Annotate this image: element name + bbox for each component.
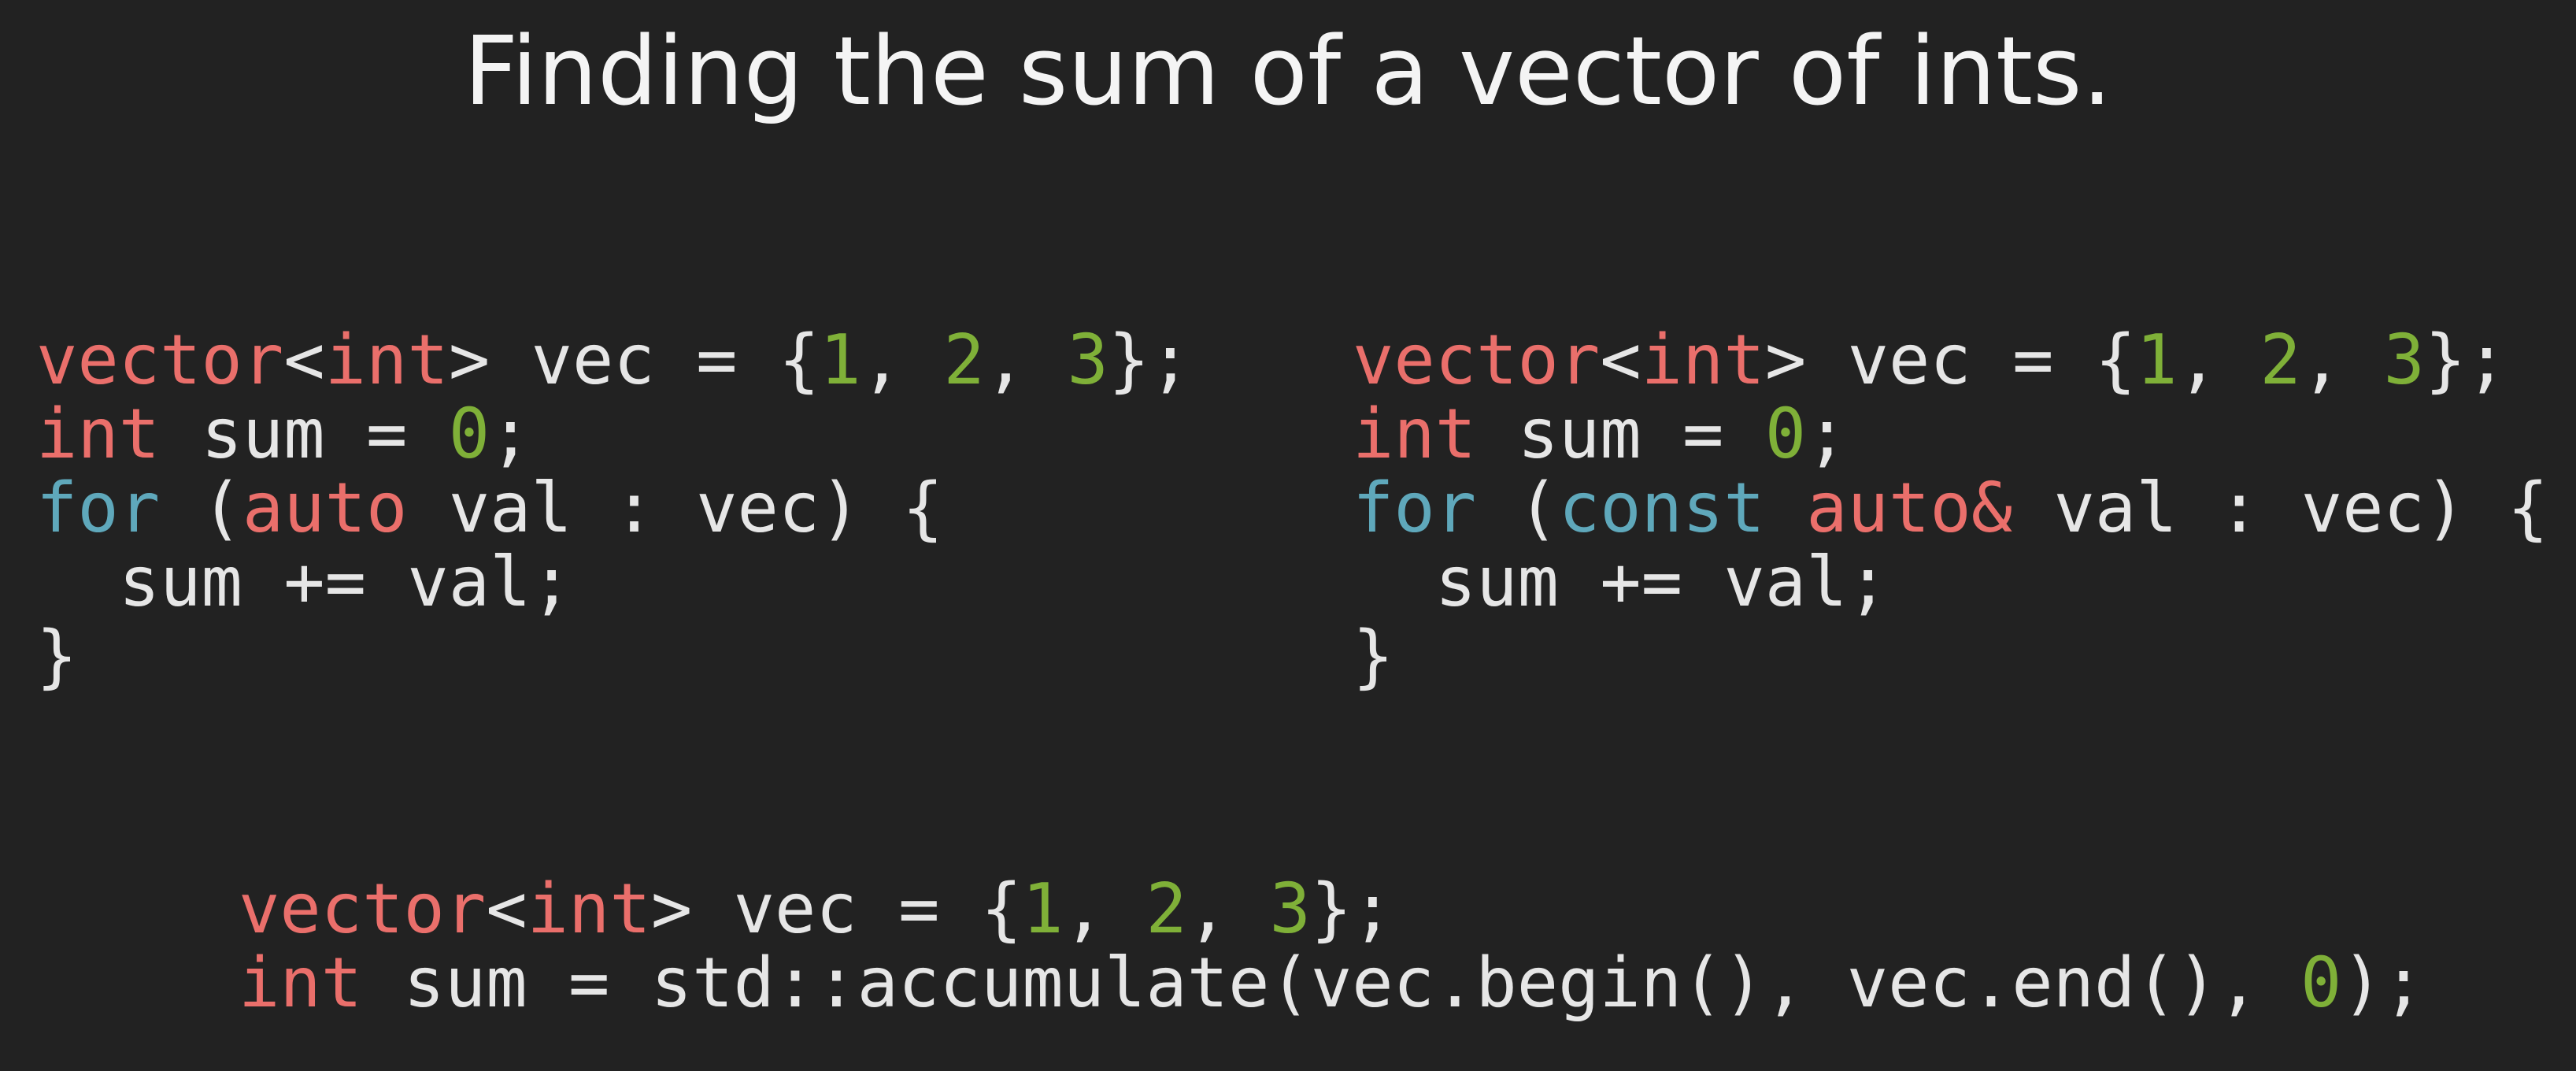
code-line: vector<int> vec = {1, 2, 3}; xyxy=(36,323,1191,397)
code-text: ; xyxy=(1806,394,1848,474)
code-text: }; xyxy=(1310,869,1393,949)
type-keyword: vector xyxy=(36,320,284,400)
code-line: sum += val; xyxy=(36,545,1191,619)
type-keyword: auto xyxy=(1806,468,1971,548)
code-text: > vec = { xyxy=(448,320,820,400)
code-text: , xyxy=(984,320,1068,400)
number-literal: 2 xyxy=(943,320,985,400)
number-literal: 1 xyxy=(820,320,861,400)
slide-title: Finding the sum of a vector of ints. xyxy=(464,17,2112,127)
type-keyword: & xyxy=(1971,468,2013,548)
type-keyword: int xyxy=(239,943,363,1023)
number-literal: 3 xyxy=(2383,320,2425,400)
code-line: } xyxy=(1353,619,2548,693)
code-line: vector<int> vec = {1, 2, 3}; xyxy=(239,872,2424,946)
code-block-range-for-const-ref: vector<int> vec = {1, 2, 3}; int sum = 0;… xyxy=(1353,323,2548,693)
code-text: , xyxy=(2177,320,2260,400)
code-text: } xyxy=(36,616,78,696)
type-keyword: int xyxy=(324,320,449,400)
type-keyword: int xyxy=(1353,394,1477,474)
code-text: }; xyxy=(2424,320,2508,400)
type-keyword: vector xyxy=(239,869,487,949)
control-keyword: for xyxy=(1353,468,1477,548)
code-line: for (auto val : vec) { xyxy=(36,471,1191,545)
code-line: int sum = 0; xyxy=(36,397,1191,471)
number-literal: 1 xyxy=(1022,869,1064,949)
type-keyword: int xyxy=(1641,320,1765,400)
type-keyword: auto xyxy=(242,468,408,548)
code-text: , xyxy=(2300,320,2384,400)
type-keyword: int xyxy=(527,869,651,949)
control-keyword: for xyxy=(36,468,161,548)
code-text: sum = xyxy=(160,394,449,474)
code-text: sum = xyxy=(1476,394,1765,474)
code-line: int sum = 0; xyxy=(1353,397,2548,471)
code-text: ( xyxy=(1476,468,1559,548)
type-keyword: int xyxy=(36,394,161,474)
code-line: } xyxy=(36,619,1191,693)
type-keyword: vector xyxy=(1353,320,1601,400)
number-literal: 0 xyxy=(448,394,490,474)
code-text: val : vec) { xyxy=(2012,468,2549,548)
code-text: , xyxy=(861,320,944,400)
code-block-range-for-by-value: vector<int> vec = {1, 2, 3}; int sum = 0;… xyxy=(36,323,1191,693)
code-line: vector<int> vec = {1, 2, 3}; xyxy=(1353,323,2548,397)
number-literal: 3 xyxy=(1067,320,1108,400)
number-literal: 1 xyxy=(2136,320,2178,400)
code-text: sum += val; xyxy=(1353,542,1889,622)
code-text: < xyxy=(1600,320,1641,400)
code-line: sum += val; xyxy=(1353,545,2548,619)
control-keyword: const xyxy=(1558,468,1765,548)
code-line: int sum = std::accumulate(vec.begin(), v… xyxy=(239,946,2424,1020)
code-text: sum += val; xyxy=(36,542,572,622)
code-line: for (const auto& val : vec) { xyxy=(1353,471,2548,545)
code-text: < xyxy=(283,320,325,400)
code-text: > vec = { xyxy=(1764,320,2137,400)
code-text: > vec = { xyxy=(650,869,1023,949)
number-literal: 3 xyxy=(1269,869,1311,949)
code-text: ); xyxy=(2341,943,2425,1023)
number-literal: 0 xyxy=(1764,394,1807,474)
code-text: , xyxy=(1063,869,1146,949)
code-text: sum = std::accumulate(vec.begin(), vec.e… xyxy=(362,943,2300,1023)
code-text: , xyxy=(1186,869,1270,949)
code-text: ( xyxy=(160,468,242,548)
code-text: } xyxy=(1353,616,1394,696)
code-text: < xyxy=(486,869,527,949)
number-literal: 2 xyxy=(2260,320,2301,400)
code-text: ; xyxy=(490,394,531,474)
code-text: val : vec) { xyxy=(407,468,944,548)
code-block-std-accumulate: vector<int> vec = {1, 2, 3}; int sum = st… xyxy=(239,872,2424,1020)
code-text: }; xyxy=(1108,320,1191,400)
slide: Finding the sum of a vector of ints. vec… xyxy=(0,0,2576,1071)
number-literal: 0 xyxy=(2300,943,2342,1023)
number-literal: 2 xyxy=(1146,869,1187,949)
